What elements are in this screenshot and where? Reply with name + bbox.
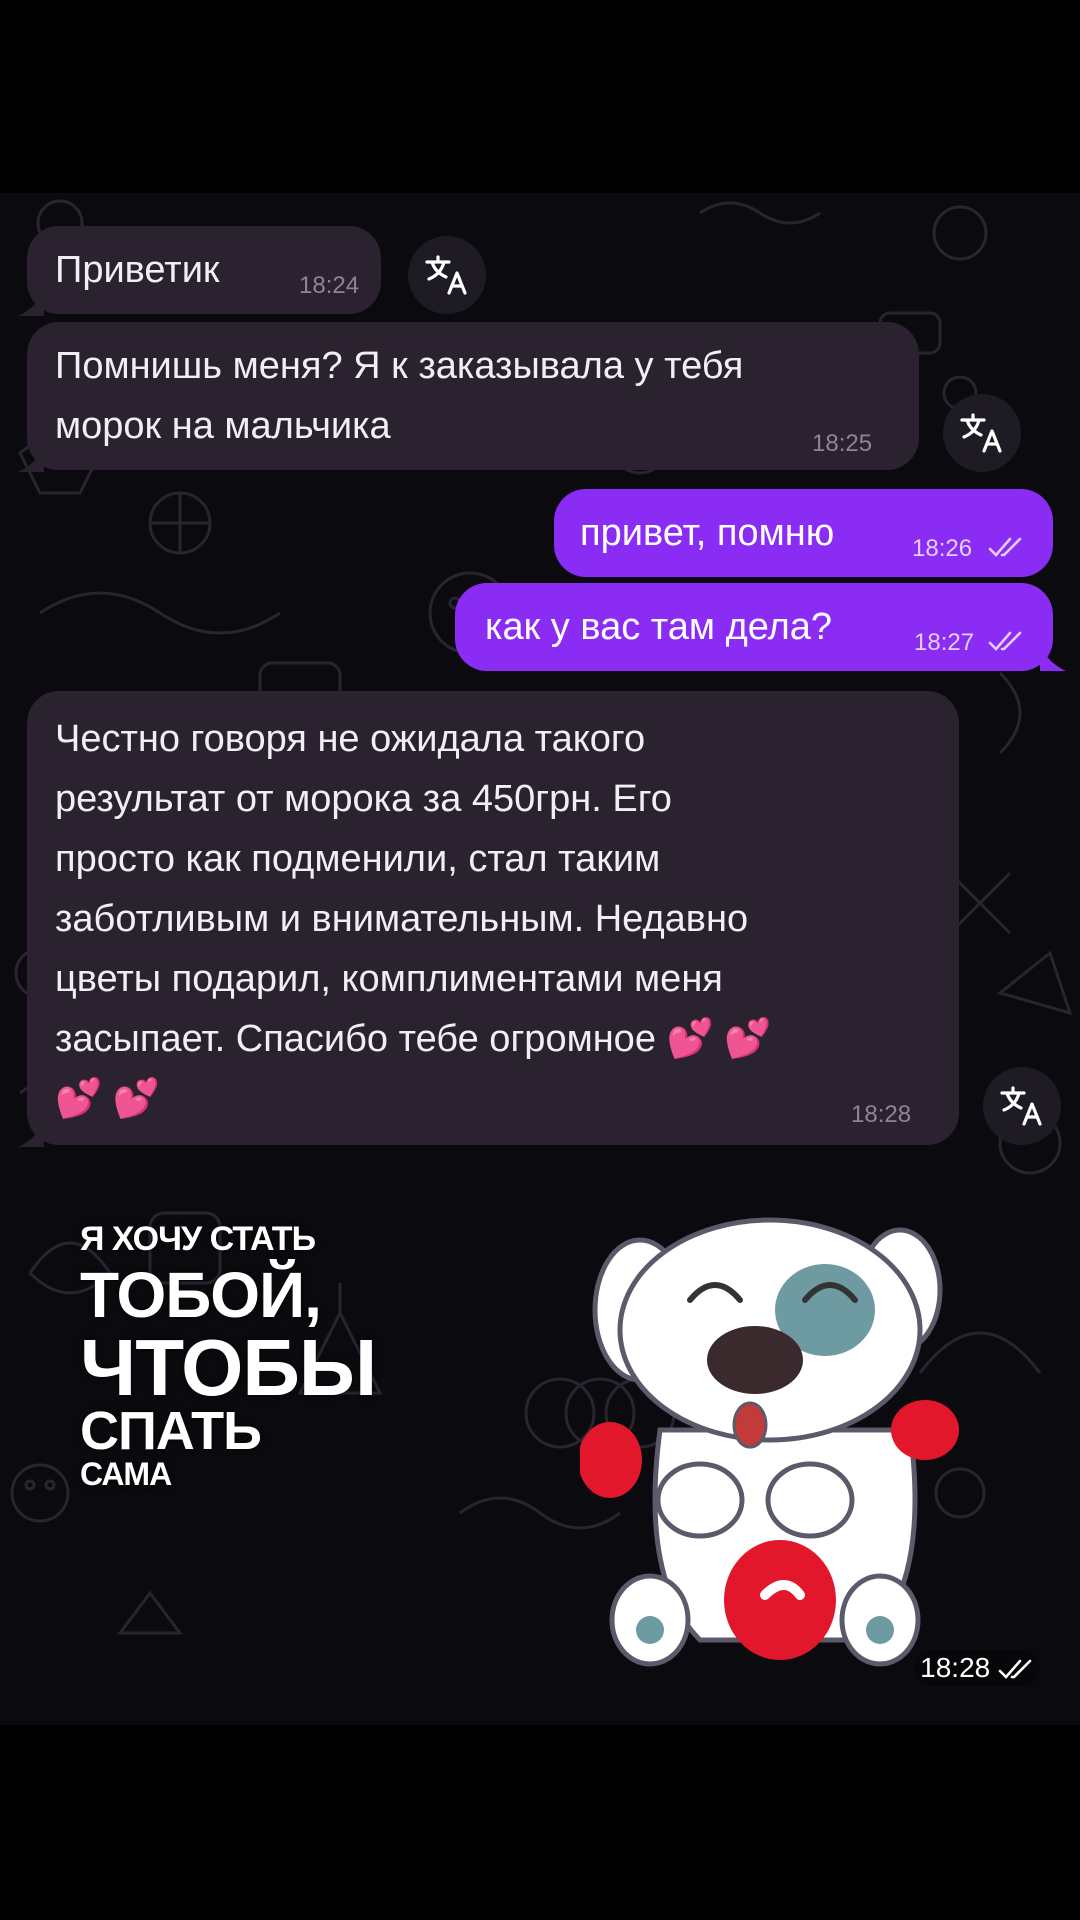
bubble-tail bbox=[1040, 645, 1066, 671]
sticker-caption-line: ТОБОЙ, bbox=[80, 1259, 322, 1331]
translate-icon bbox=[425, 255, 467, 295]
message-time: 18:26 bbox=[912, 535, 973, 562]
translate-button[interactable] bbox=[943, 394, 1021, 472]
dog-sticker-illustration bbox=[580, 1217, 959, 1667]
sticker-caption-line: СПАТЬ bbox=[80, 1401, 262, 1461]
message-text: Помнишь меня? Я к заказывала у тебя моро… bbox=[55, 345, 744, 447]
translate-button[interactable] bbox=[408, 236, 486, 314]
sticker-message[interactable]: Я ХОЧУ СТАТЬ ТОБОЙ, ЧТОБЫ СПАТЬ САМА bbox=[80, 1200, 1000, 1830]
message-time: 18:24 bbox=[299, 272, 360, 299]
sticker-time-text: 18:28 bbox=[920, 1652, 991, 1683]
sticker-caption-line: Я ХОЧУ СТАТЬ bbox=[80, 1220, 316, 1258]
incoming-message-bubble[interactable]: Приветик 18:24 bbox=[27, 226, 381, 314]
bubble-tail bbox=[18, 290, 44, 316]
message-text: привет, помню bbox=[580, 512, 835, 554]
incoming-message-bubble[interactable]: Честно говоря не ожидала такого результа… bbox=[27, 691, 959, 1145]
message-text: Приветик bbox=[55, 249, 220, 291]
bubble-tail bbox=[18, 446, 44, 472]
message-time: 18:28 bbox=[851, 1101, 912, 1128]
double-check-icon bbox=[998, 1659, 1032, 1679]
translate-button[interactable] bbox=[983, 1067, 1061, 1145]
sticker-caption-line: САМА bbox=[80, 1456, 172, 1492]
message-time: 18:27 bbox=[914, 629, 975, 656]
bubble-tail bbox=[18, 1121, 44, 1147]
message-time: 18:25 bbox=[812, 430, 873, 457]
translate-icon bbox=[960, 413, 1002, 453]
incoming-message-bubble[interactable]: Помнишь меня? Я к заказывала у тебя моро… bbox=[27, 322, 919, 470]
message-text: как у вас там дела? bbox=[485, 606, 833, 648]
double-check-icon bbox=[988, 537, 1022, 557]
outgoing-message-bubble[interactable]: привет, помню 18:26 bbox=[554, 489, 1053, 577]
translate-icon bbox=[1000, 1086, 1042, 1126]
outgoing-message-bubble[interactable]: как у вас там дела? 18:27 bbox=[455, 583, 1053, 671]
phone-screen: Приветик 18:24 Помнишь меня? Я к заказыв… bbox=[0, 0, 1080, 1920]
sticker-time: 18:28 bbox=[914, 1650, 1040, 1686]
double-check-icon bbox=[988, 631, 1022, 651]
message-text: Честно говоря не ожидала такого результа… bbox=[55, 718, 772, 1120]
